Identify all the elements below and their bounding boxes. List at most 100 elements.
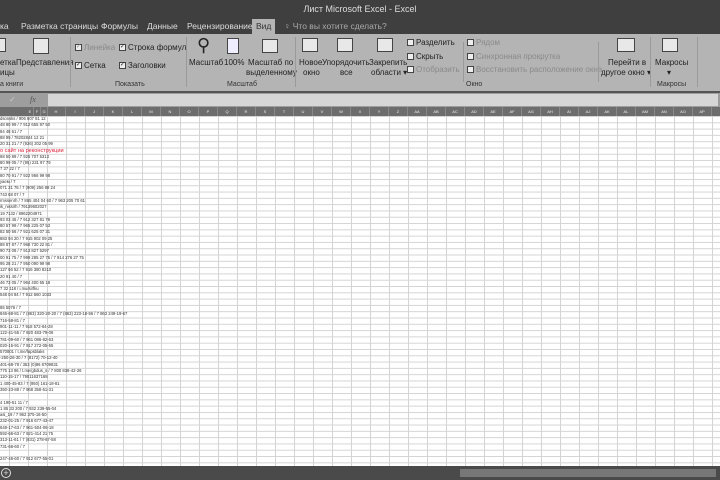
column-header[interactable]: AM (636, 107, 655, 116)
freeze-panes-button[interactable]: Закрепить (369, 58, 407, 68)
zoom-to-selection-label[interactable]: выделенному (246, 68, 297, 78)
tab-formulas[interactable]: Формулы (97, 19, 142, 34)
formula-input[interactable] (48, 94, 718, 106)
divider (463, 42, 464, 82)
column-header[interactable]: H (47, 107, 66, 116)
new-window-button[interactable]: Новое (299, 58, 322, 68)
arrange-all-label[interactable]: все (340, 68, 353, 78)
view-side-by-side-button[interactable]: Рядом (467, 38, 500, 48)
column-header[interactable]: L (123, 107, 142, 116)
column-header[interactable]: M (142, 107, 161, 116)
macros-dropdown-icon[interactable]: ▾ (667, 68, 671, 78)
zoom-selection-icon (262, 39, 278, 53)
column-header[interactable]: W (332, 107, 351, 116)
column-header[interactable]: AO (674, 107, 693, 116)
column-header[interactable]: Y (370, 107, 389, 116)
switch-windows-button[interactable]: Перейти в (608, 58, 646, 68)
worksheet-grid[interactable]: dsonsks / 906 807 81 12 48 80 99 / 7 912 … (0, 116, 720, 466)
column-header[interactable]: P (199, 107, 218, 116)
column-header[interactable]: F (34, 107, 41, 116)
column-header[interactable]: E (27, 107, 34, 116)
column-header[interactable]: AP (693, 107, 712, 116)
enter-check-icon[interactable]: ✓ (9, 95, 16, 105)
zoom-button[interactable]: Масштаб (189, 58, 223, 68)
page-break-label[interactable]: етка (0, 58, 16, 68)
title-bar: Лист Microsoft Excel - Excel (0, 0, 720, 18)
column-header[interactable]: J (85, 107, 104, 116)
tab-review[interactable]: Рецензирование (183, 19, 257, 34)
formula-bar-checkbox[interactable]: ✓ Строка формул (119, 43, 186, 53)
column-header[interactable]: S (256, 107, 275, 116)
column-headers: E F G H I J K L M N O P Q R S T U V W X Y Z AA AB AC AD AE AF AG AH AI… (0, 107, 720, 116)
column-header[interactable]: U (294, 107, 313, 116)
divider (186, 37, 187, 87)
tab-insert[interactable]: ка (0, 19, 13, 34)
divider (70, 37, 71, 87)
column-header[interactable]: AA (408, 107, 427, 116)
window-title: Лист Microsoft Excel - Excel (303, 4, 417, 14)
column-header[interactable]: AI (560, 107, 579, 116)
page-break-label-2[interactable]: ицы (0, 68, 15, 78)
column-header[interactable]: Z (389, 107, 408, 116)
group-label-window: Окно (466, 81, 483, 88)
zoom-magnifier-icon: ⚲ (197, 35, 211, 55)
column-header[interactable]: AE (484, 107, 503, 116)
divider (697, 37, 698, 87)
cell-text[interactable]: 247-46-60 / 7 912 677-55-01 (0, 456, 53, 462)
add-sheet-icon[interactable]: + (1, 468, 11, 478)
formula-bar: ✓ fx (0, 93, 720, 107)
tab-page-layout[interactable]: Разметка страницы (17, 19, 102, 34)
custom-views-button[interactable]: Представления (16, 58, 74, 68)
hide-button[interactable]: Скрыть (407, 52, 443, 62)
tab-data[interactable]: Данные (143, 19, 182, 34)
page-break-icon (0, 38, 6, 52)
tell-me-text: Что вы хотите сделать? (292, 21, 387, 31)
column-header[interactable]: I (66, 107, 85, 116)
column-header[interactable]: O (180, 107, 199, 116)
sheet-tab-bar: + (0, 466, 720, 480)
column-header[interactable]: AJ (579, 107, 598, 116)
column-header[interactable]: R (237, 107, 256, 116)
column-header[interactable]: N (161, 107, 180, 116)
split-button[interactable]: Разделить (407, 38, 455, 48)
reset-window-position-button[interactable]: Восстановить расположение окна (467, 65, 602, 75)
column-header[interactable]: AB (427, 107, 446, 116)
switch-windows-icon (617, 38, 635, 52)
column-header[interactable]: X (351, 107, 370, 116)
ruler-checkbox[interactable]: ✓ Линейка (75, 43, 115, 53)
insert-function-icon[interactable]: fx (30, 95, 36, 105)
synchronous-scrolling-button[interactable]: Синхронная прокрутка (467, 52, 560, 62)
column-header[interactable]: AK (598, 107, 617, 116)
macros-button[interactable]: Макросы (655, 58, 688, 68)
column-header[interactable]: T (275, 107, 294, 116)
custom-views-icon (33, 38, 49, 54)
column-header[interactable]: AN (655, 107, 674, 116)
gridlines-checkbox[interactable]: ✓ Сетка (75, 61, 106, 71)
column-header[interactable]: AF (503, 107, 522, 116)
cell-text[interactable]: 350-23-88 / 7 968 358-51-31 (0, 387, 53, 393)
zoom-to-selection-button[interactable]: Масштаб по (248, 58, 293, 68)
new-window-label[interactable]: окно (303, 68, 320, 78)
column-header[interactable]: K (104, 107, 123, 116)
column-header[interactable]: AC (446, 107, 465, 116)
column-header[interactable]: AD (465, 107, 484, 116)
freeze-panes-icon (377, 38, 393, 52)
switch-windows-label[interactable]: другое окно ▾ (601, 68, 651, 78)
tell-me-search[interactable]: ♀ Что вы хотите сделать? (284, 19, 387, 34)
divider (598, 42, 599, 82)
freeze-panes-label[interactable]: области ▾ (371, 68, 407, 78)
headings-checkbox[interactable]: ✓ Заголовки (119, 61, 166, 71)
cell-text[interactable]: 548 04 84 / 7 912 660 1033 (0, 292, 51, 298)
arrange-all-button[interactable]: Упорядочить (322, 58, 370, 68)
group-label-views: а книги (0, 81, 24, 88)
column-header[interactable]: V (313, 107, 332, 116)
horizontal-scrollbar[interactable] (460, 469, 716, 477)
column-header[interactable]: Q (218, 107, 237, 116)
cell-text[interactable]: 731-66-60 / 7 (0, 444, 25, 450)
unhide-button[interactable]: Отобразить (407, 65, 460, 75)
zoom-100-button[interactable]: 100% (224, 58, 244, 68)
column-header[interactable]: AH (541, 107, 560, 116)
tab-view[interactable]: Вид (252, 19, 276, 34)
column-header[interactable]: AL (617, 107, 636, 116)
column-header[interactable]: AG (522, 107, 541, 116)
